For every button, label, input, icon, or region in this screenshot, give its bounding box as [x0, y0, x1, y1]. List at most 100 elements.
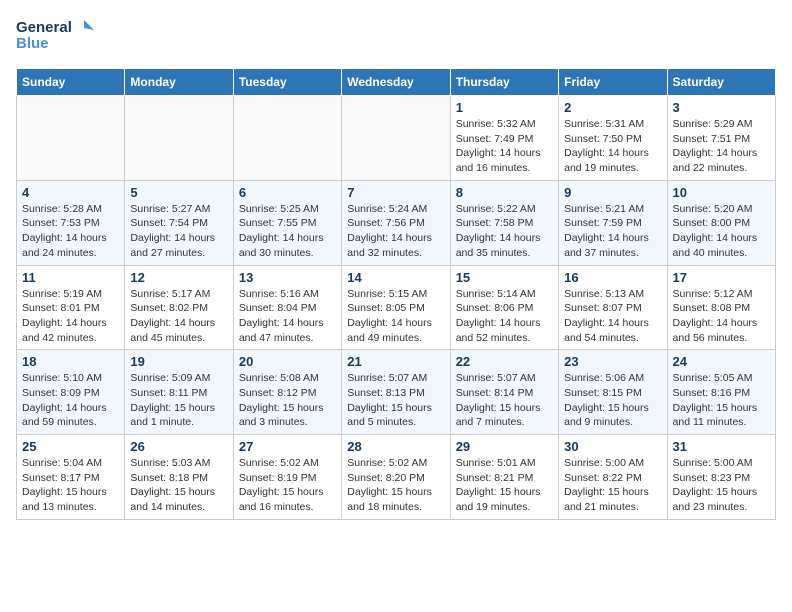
calendar-cell	[342, 96, 450, 181]
day-number: 30	[564, 439, 661, 454]
calendar-cell: 11 Sunrise: 5:19 AMSunset: 8:01 PMDayligh…	[17, 265, 125, 350]
day-number: 25	[22, 439, 119, 454]
calendar-cell: 18 Sunrise: 5:10 AMSunset: 8:09 PMDayligh…	[17, 350, 125, 435]
day-number: 19	[130, 354, 227, 369]
day-info: Sunrise: 5:12 AMSunset: 8:08 PMDaylight:…	[673, 287, 770, 346]
day-info: Sunrise: 5:24 AMSunset: 7:56 PMDaylight:…	[347, 202, 444, 261]
day-info: Sunrise: 5:27 AMSunset: 7:54 PMDaylight:…	[130, 202, 227, 261]
day-info: Sunrise: 5:28 AMSunset: 7:53 PMDaylight:…	[22, 202, 119, 261]
day-info: Sunrise: 5:04 AMSunset: 8:17 PMDaylight:…	[22, 456, 119, 515]
calendar-week-4: 18 Sunrise: 5:10 AMSunset: 8:09 PMDayligh…	[17, 350, 776, 435]
calendar-cell: 17 Sunrise: 5:12 AMSunset: 8:08 PMDayligh…	[667, 265, 775, 350]
day-info: Sunrise: 5:09 AMSunset: 8:11 PMDaylight:…	[130, 371, 227, 430]
day-number: 17	[673, 270, 770, 285]
calendar-cell: 5Sunrise: 5:27 AMSunset: 7:54 PMDaylight…	[125, 180, 233, 265]
calendar-cell: 12Sunrise: 5:17 AMSunset: 8:02 PMDayligh…	[125, 265, 233, 350]
day-info: Sunrise: 5:05 AMSunset: 8:16 PMDaylight:…	[673, 371, 770, 430]
calendar-cell: 6Sunrise: 5:25 AMSunset: 7:55 PMDaylight…	[233, 180, 341, 265]
day-info: Sunrise: 5:32 AMSunset: 7:49 PMDaylight:…	[456, 117, 553, 176]
day-number: 20	[239, 354, 336, 369]
day-number: 23	[564, 354, 661, 369]
day-info: Sunrise: 5:10 AMSunset: 8:09 PMDaylight:…	[22, 371, 119, 430]
day-number: 10	[673, 185, 770, 200]
calendar-cell: 9 Sunrise: 5:21 AMSunset: 7:59 PMDaylight…	[559, 180, 667, 265]
day-number: 21	[347, 354, 444, 369]
calendar-cell: 19 Sunrise: 5:09 AMSunset: 8:11 PMDayligh…	[125, 350, 233, 435]
calendar-cell	[233, 96, 341, 181]
day-number: 1	[456, 100, 553, 115]
calendar-week-5: 25 Sunrise: 5:04 AMSunset: 8:17 PMDayligh…	[17, 435, 776, 520]
logo-svg: General Blue	[16, 16, 96, 60]
calendar-cell: 14Sunrise: 5:15 AMSunset: 8:05 PMDayligh…	[342, 265, 450, 350]
day-number: 3	[673, 100, 770, 115]
calendar-cell: 30Sunrise: 5:00 AMSunset: 8:22 PMDayligh…	[559, 435, 667, 520]
day-number: 14	[347, 270, 444, 285]
day-number: 27	[239, 439, 336, 454]
calendar-cell: 2Sunrise: 5:31 AMSunset: 7:50 PMDaylight…	[559, 96, 667, 181]
calendar-cell: 13 Sunrise: 5:16 AMSunset: 8:04 PMDayligh…	[233, 265, 341, 350]
calendar-cell: 28 Sunrise: 5:02 AMSunset: 8:20 PMDayligh…	[342, 435, 450, 520]
day-info: Sunrise: 5:21 AMSunset: 7:59 PMDaylight:…	[564, 202, 661, 261]
day-header-tuesday: Tuesday	[233, 69, 341, 96]
day-number: 24	[673, 354, 770, 369]
day-number: 16	[564, 270, 661, 285]
day-info: Sunrise: 5:16 AMSunset: 8:04 PMDaylight:…	[239, 287, 336, 346]
day-info: Sunrise: 5:06 AMSunset: 8:15 PMDaylight:…	[564, 371, 661, 430]
day-info: Sunrise: 5:07 AMSunset: 8:13 PMDaylight:…	[347, 371, 444, 430]
day-header-wednesday: Wednesday	[342, 69, 450, 96]
day-number: 7	[347, 185, 444, 200]
day-number: 4	[22, 185, 119, 200]
calendar-week-1: 1 Sunrise: 5:32 AMSunset: 7:49 PMDaylight…	[17, 96, 776, 181]
calendar-cell: 10 Sunrise: 5:20 AMSunset: 8:00 PMDayligh…	[667, 180, 775, 265]
day-number: 26	[130, 439, 227, 454]
calendar-cell: 24 Sunrise: 5:05 AMSunset: 8:16 PMDayligh…	[667, 350, 775, 435]
calendar-cell: 8 Sunrise: 5:22 AMSunset: 7:58 PMDaylight…	[450, 180, 558, 265]
calendar-cell: 27 Sunrise: 5:02 AMSunset: 8:19 PMDayligh…	[233, 435, 341, 520]
day-info: Sunrise: 5:20 AMSunset: 8:00 PMDaylight:…	[673, 202, 770, 261]
calendar-cell	[125, 96, 233, 181]
calendar-cell: 7 Sunrise: 5:24 AMSunset: 7:56 PMDaylight…	[342, 180, 450, 265]
day-info: Sunrise: 5:14 AMSunset: 8:06 PMDaylight:…	[456, 287, 553, 346]
calendar-cell: 16 Sunrise: 5:13 AMSunset: 8:07 PMDayligh…	[559, 265, 667, 350]
day-number: 28	[347, 439, 444, 454]
day-number: 18	[22, 354, 119, 369]
day-info: Sunrise: 5:31 AMSunset: 7:50 PMDaylight:…	[564, 117, 661, 176]
calendar-cell: 23 Sunrise: 5:06 AMSunset: 8:15 PMDayligh…	[559, 350, 667, 435]
day-info: Sunrise: 5:13 AMSunset: 8:07 PMDaylight:…	[564, 287, 661, 346]
logo: General Blue	[16, 16, 96, 60]
calendar-cell: 25 Sunrise: 5:04 AMSunset: 8:17 PMDayligh…	[17, 435, 125, 520]
day-info: Sunrise: 5:29 AMSunset: 7:51 PMDaylight:…	[673, 117, 770, 176]
calendar-cell: 3 Sunrise: 5:29 AMSunset: 7:51 PMDaylight…	[667, 96, 775, 181]
day-info: Sunrise: 5:03 AMSunset: 8:18 PMDaylight:…	[130, 456, 227, 515]
day-header-thursday: Thursday	[450, 69, 558, 96]
day-info: Sunrise: 5:07 AMSunset: 8:14 PMDaylight:…	[456, 371, 553, 430]
day-number: 13	[239, 270, 336, 285]
day-info: Sunrise: 5:22 AMSunset: 7:58 PMDaylight:…	[456, 202, 553, 261]
day-info: Sunrise: 5:02 AMSunset: 8:19 PMDaylight:…	[239, 456, 336, 515]
day-number: 8	[456, 185, 553, 200]
day-info: Sunrise: 5:17 AMSunset: 8:02 PMDaylight:…	[130, 287, 227, 346]
day-info: Sunrise: 5:19 AMSunset: 8:01 PMDaylight:…	[22, 287, 119, 346]
day-info: Sunrise: 5:25 AMSunset: 7:55 PMDaylight:…	[239, 202, 336, 261]
calendar-cell: 26 Sunrise: 5:03 AMSunset: 8:18 PMDayligh…	[125, 435, 233, 520]
day-header-sunday: Sunday	[17, 69, 125, 96]
day-info: Sunrise: 5:00 AMSunset: 8:23 PMDaylight:…	[673, 456, 770, 515]
svg-text:Blue: Blue	[16, 35, 49, 52]
day-number: 11	[22, 270, 119, 285]
calendar-cell: 1 Sunrise: 5:32 AMSunset: 7:49 PMDaylight…	[450, 96, 558, 181]
calendar-cell: 29Sunrise: 5:01 AMSunset: 8:21 PMDayligh…	[450, 435, 558, 520]
day-header-friday: Friday	[559, 69, 667, 96]
page-header: General Blue	[16, 16, 776, 60]
svg-text:General: General	[16, 19, 72, 36]
day-number: 29	[456, 439, 553, 454]
calendar-cell: 21 Sunrise: 5:07 AMSunset: 8:13 PMDayligh…	[342, 350, 450, 435]
day-number: 22	[456, 354, 553, 369]
day-number: 9	[564, 185, 661, 200]
calendar-table: SundayMondayTuesdayWednesdayThursdayFrid…	[16, 68, 776, 520]
day-number: 31	[673, 439, 770, 454]
day-info: Sunrise: 5:02 AMSunset: 8:20 PMDaylight:…	[347, 456, 444, 515]
calendar-week-2: 4 Sunrise: 5:28 AMSunset: 7:53 PMDaylight…	[17, 180, 776, 265]
calendar-cell: 15Sunrise: 5:14 AMSunset: 8:06 PMDayligh…	[450, 265, 558, 350]
calendar-header-row: SundayMondayTuesdayWednesdayThursdayFrid…	[17, 69, 776, 96]
calendar-cell: 31 Sunrise: 5:00 AMSunset: 8:23 PMDayligh…	[667, 435, 775, 520]
